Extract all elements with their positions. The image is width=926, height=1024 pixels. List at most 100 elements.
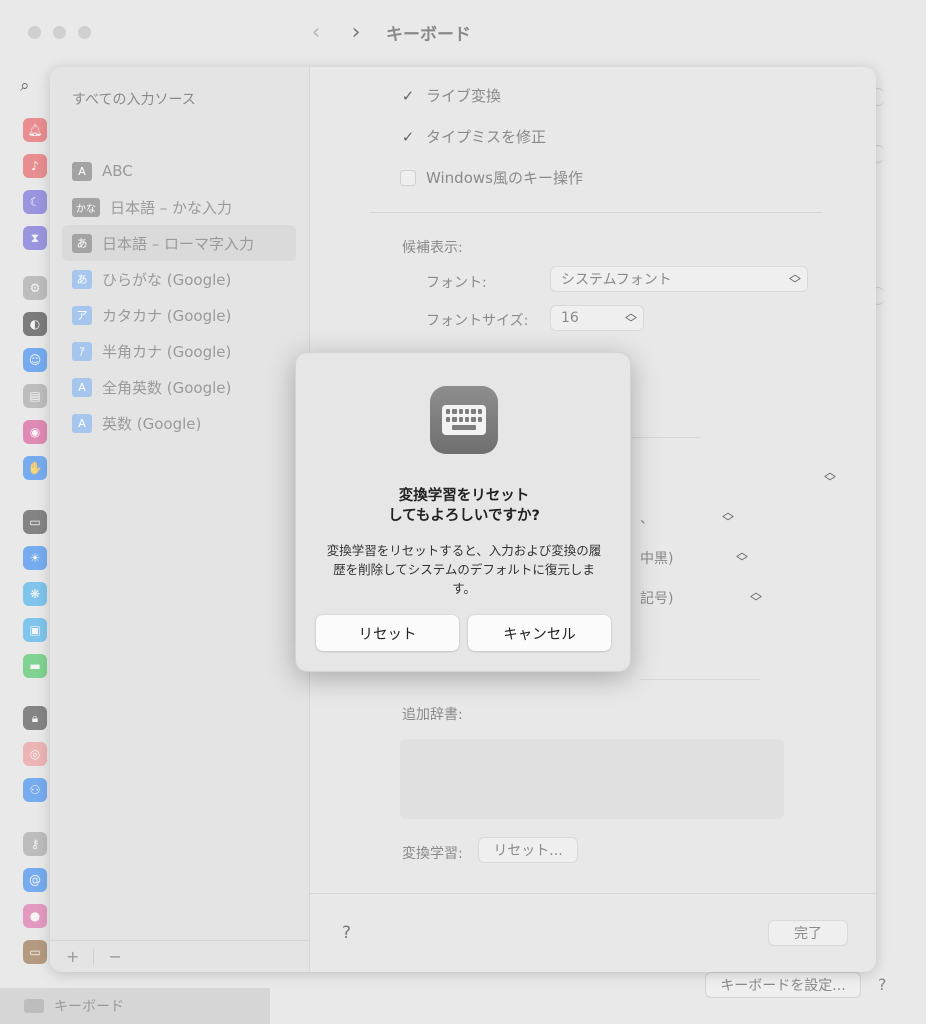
displays-icon[interactable]: ☀ [23,546,47,570]
checkbox-label: ライブ変換 [426,87,502,105]
close-window-button[interactable] [28,26,41,39]
screen-time-icon[interactable]: ⧗ [23,226,47,250]
keyboard-icon [24,999,44,1013]
learning-label: 変換学習: [402,846,463,862]
alert-message: 変換学習をリセットすると、入力および変換の履歴を削除してシステムのデフォルトに復… [326,543,602,596]
users-icon[interactable]: ⚇ [23,778,47,802]
wallpaper-icon[interactable]: ❋ [23,582,47,606]
list-footer: + − [50,940,310,972]
help-button[interactable]: ? [342,923,351,943]
input-source-label: ABC [102,162,133,180]
punctuation-popup[interactable]: 、 ︿ ﹀ [630,505,740,531]
forward-button[interactable]: › [340,18,372,46]
game-center-icon[interactable]: ● [23,904,47,928]
appearance-icon[interactable]: ◐ [23,312,47,336]
halfwidth-kana-icon: ｱ [72,341,92,361]
alert-title-line-2: してもよろしいですか? [388,508,540,524]
configure-keyboard-button[interactable]: キーボードを設定... [705,972,861,998]
input-sources-list-pane: すべての入力ソース A ABC かな 日本語 – かな入力 あ 日本語 – ロー… [50,67,310,972]
input-source-label: 全角英数 (Google) [102,378,232,397]
focus-icon[interactable]: ☾ [23,190,47,214]
remove-source-button[interactable]: − [108,947,121,966]
input-source-label: 英数 (Google) [102,414,202,433]
control-center-icon[interactable]: ▤ [23,384,47,408]
middot-popup[interactable]: 中黒) ︿ ﹀ [630,545,754,571]
unchecked-box-icon [400,169,416,186]
dictionary-label: 追加辞書: [402,707,463,723]
search-icon[interactable]: ⌕ [20,76,30,96]
partial-value: 記号) [640,591,674,607]
windows-keys-checkbox[interactable]: Windows風のキー操作 [400,167,583,188]
zoom-window-button[interactable] [78,26,91,39]
hiragana-icon: あ [72,233,92,253]
chevron-updown-icon: ︿ ﹀ [624,306,637,330]
input-source-list: A ABC かな 日本語 – かな入力 あ 日本語 – ローマ字入力 あ ひらが… [62,153,296,441]
checkmark-icon: ✓ [401,86,415,105]
chevron-updown-icon: ︿ ﹀ [823,465,836,489]
sidebar-item-label: キーボード [54,999,124,1015]
partial-value: 、 [640,511,654,527]
accessibility-icon[interactable]: ☺ [23,348,47,372]
input-source-romaji[interactable]: あ 日本語 – ローマ字入力 [62,225,296,261]
chevron-updown-icon: ︿ ﹀ [721,505,734,529]
chevron-updown-icon: ︿ ﹀ [788,267,801,291]
font-popup[interactable]: システムフォント ︿ ﹀ [550,266,808,292]
font-size-popup[interactable]: 16 ︿ ﹀ [550,305,644,331]
font-value: システムフォント [561,272,672,288]
window-title: キーボード [386,24,471,45]
internet-accounts-icon[interactable]: @ [23,868,47,892]
lock-screen-icon[interactable]: 🔒︎ [23,706,47,730]
keyboard-icon [430,386,498,454]
hidden-popup[interactable]: ︿ ﹀ [630,465,842,491]
input-source-google-fullwidth-alnum[interactable]: A 全角英数 (Google) [62,369,296,405]
privacy-icon[interactable]: ✋ [23,456,47,480]
cancel-button[interactable]: キャンセル [468,615,611,651]
input-source-abc[interactable]: A ABC [62,153,296,189]
learning-reset-button[interactable]: リセット... [478,837,578,863]
back-button[interactable]: ‹ [300,18,332,46]
checkbox-label: タイプミスを修正 [426,128,547,146]
live-conversion-checkbox[interactable]: ✓ ライブ変換 [400,85,501,106]
input-source-google-hiragana[interactable]: あ ひらがな (Google) [62,261,296,297]
kana-icon: かな [72,197,100,217]
input-source-label: 半角カナ (Google) [102,342,232,361]
sidebar-item-keyboard[interactable]: キーボード [0,988,270,1024]
sound-icon[interactable]: ♪ [23,154,47,178]
typo-correction-checkbox[interactable]: ✓ タイプミスを修正 [400,126,546,147]
divider [370,212,822,213]
chevron-updown-icon: ︿ ﹀ [749,585,762,609]
titlebar: ‹ › キーボード [300,18,471,46]
notifications-icon[interactable]: 🔔︎ [23,118,47,142]
alnum-icon: A [72,413,92,433]
battery-icon[interactable]: ▬ [23,654,47,678]
window-help-button[interactable]: ? [878,975,887,994]
reset-button[interactable]: リセット [316,615,459,651]
font-label: フォント: [426,275,487,291]
sidebar-icons: ⌕ 🔔︎ ♪ ☾ ⧗ ⚙ ◐ ☺ ▤ ◉ ✋ ▭ ☀ ❋ ▣ ▬ 🔒︎ ◎ ⚇ … [0,66,50,1024]
general-icon[interactable]: ⚙ [23,276,47,300]
passwords-icon[interactable]: ⚷ [23,832,47,856]
divider [310,893,876,894]
screensaver-icon[interactable]: ▣ [23,618,47,642]
hiragana-icon: あ [72,269,92,289]
input-source-google-alnum[interactable]: A 英数 (Google) [62,405,296,441]
divider [640,679,760,680]
add-source-button[interactable]: + [66,947,79,966]
input-source-kana[interactable]: かな 日本語 – かな入力 [62,189,296,225]
input-source-label: ひらがな (Google) [102,270,232,289]
sources-header: すべての入力ソース [72,92,196,108]
footer-divider [93,948,95,965]
minimize-window-button[interactable] [53,26,66,39]
checkmark-icon: ✓ [401,127,415,146]
input-source-google-katakana[interactable]: ア カタカナ (Google) [62,297,296,333]
desktop-dock-icon[interactable]: ▭ [23,510,47,534]
dictionary-list[interactable] [400,739,784,819]
alert-title: 変換学習をリセット してもよろしいですか? [296,486,632,526]
touch-id-icon[interactable]: ◎ [23,742,47,766]
chevron-updown-icon: ︿ ﹀ [735,545,748,569]
symbol-popup[interactable]: 記号) ︿ ﹀ [630,585,768,611]
input-source-google-halfwidth-kana[interactable]: ｱ 半角カナ (Google) [62,333,296,369]
done-button[interactable]: 完了 [768,920,848,946]
siri-icon[interactable]: ◉ [23,420,47,444]
wallet-icon[interactable]: ▭ [23,940,47,964]
